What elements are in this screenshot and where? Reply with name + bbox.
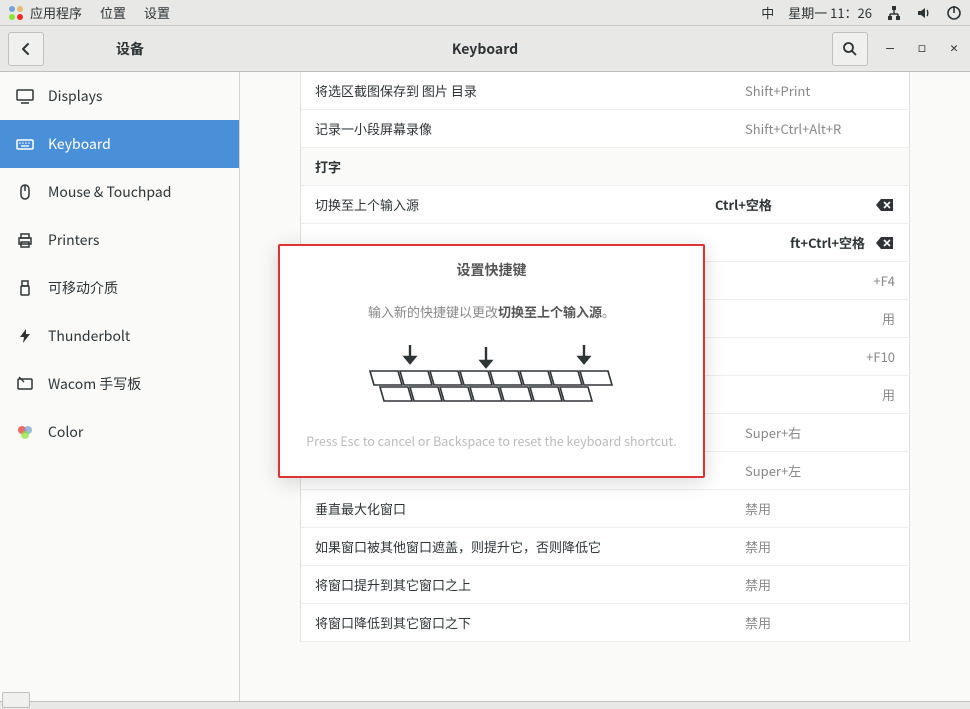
page-title: Keyboard [452,39,518,59]
taskbar-button[interactable] [2,692,30,708]
sidebar-item-label: Color [48,422,83,442]
search-icon [842,41,858,57]
dialog-hint: Press Esc to cancel or Backspace to rese… [306,431,676,450]
display-icon [16,87,34,105]
applications-icon [8,5,24,21]
sidebar-item-printers[interactable]: Printers [0,216,239,264]
sidebar-item-wacom[interactable]: Wacom 手写板 [0,360,239,408]
printer-icon [16,231,34,249]
panel-title-devices: 设备 [80,39,180,59]
dialog-prompt: 输入新的快捷键以更改切换至上个输入源。 [368,302,615,321]
keyboard-icon [16,135,34,153]
sidebar-item-thunderbolt[interactable]: Thunderbolt [0,312,239,360]
sidebar-item-keyboard[interactable]: Keyboard [0,120,239,168]
back-button[interactable] [8,32,44,66]
minimize-button[interactable]: – [880,39,900,59]
sidebar: Displays Keyboard Mouse & Touchpad Print… [0,72,240,701]
shortcut-row[interactable]: 如果窗口被其他窗口遮盖，则提升它，否则降低它禁用 [301,528,909,566]
shortcut-row[interactable]: 将选区截图保存到 图片 目录 Shift+Print [301,72,909,110]
shortcut-row[interactable]: 切换至上个输入源 Ctrl+空格 [301,186,909,224]
tablet-icon [16,375,34,393]
network-icon[interactable] [886,5,902,21]
sidebar-item-label: Printers [48,230,99,250]
menu-applications[interactable]: 应用程序 [30,3,82,22]
sidebar-item-label: Displays [48,86,102,106]
sidebar-item-label: Mouse & Touchpad [48,182,171,202]
thunderbolt-icon [16,327,34,345]
set-shortcut-dialog[interactable]: 设置快捷键 输入新的快捷键以更改切换至上个输入源。 Press Esc to c… [278,244,705,478]
sidebar-item-label: Thunderbolt [48,326,130,346]
keyboard-illustration [362,343,622,413]
color-icon [16,423,34,441]
menu-places[interactable]: 位置 [100,3,126,22]
sidebar-item-label: Keyboard [48,134,111,154]
bottom-bar [0,701,970,709]
input-method-indicator[interactable]: 中 [761,3,774,22]
sidebar-item-removable-media[interactable]: 可移动介质 [0,264,239,312]
sidebar-item-mouse[interactable]: Mouse & Touchpad [0,168,239,216]
search-button[interactable] [832,32,868,66]
section-header-typing: 打字 [301,148,909,186]
top-panel: 应用程序 位置 设置 中 星期一 11：26 [0,0,970,26]
sidebar-item-label: 可移动介质 [48,278,118,298]
shortcut-row[interactable]: 将窗口提升到其它窗口之上禁用 [301,566,909,604]
backspace-icon[interactable] [875,235,895,251]
sidebar-item-color[interactable]: Color [0,408,239,456]
volume-icon[interactable] [916,5,932,21]
close-button[interactable]: ✕ [944,39,964,59]
chevron-left-icon [19,42,33,56]
shortcut-row[interactable]: 垂直最大化窗口禁用 [301,490,909,528]
mouse-icon [16,183,34,201]
window-header: 设备 Keyboard – ◻ ✕ [0,26,970,72]
power-icon[interactable] [946,5,962,21]
sidebar-item-label: Wacom 手写板 [48,374,141,394]
dialog-title: 设置快捷键 [457,260,527,280]
shortcut-row[interactable]: 将窗口降低到其它窗口之下禁用 [301,604,909,642]
menu-settings[interactable]: 设置 [144,3,170,22]
shortcut-row[interactable]: 记录一小段屏幕录像 Shift+Ctrl+Alt+R [301,110,909,148]
sidebar-item-displays[interactable]: Displays [0,72,239,120]
clock[interactable]: 星期一 11：26 [788,3,872,22]
usb-icon [16,279,34,297]
maximize-button[interactable]: ◻ [912,39,932,59]
backspace-icon[interactable] [875,197,895,213]
